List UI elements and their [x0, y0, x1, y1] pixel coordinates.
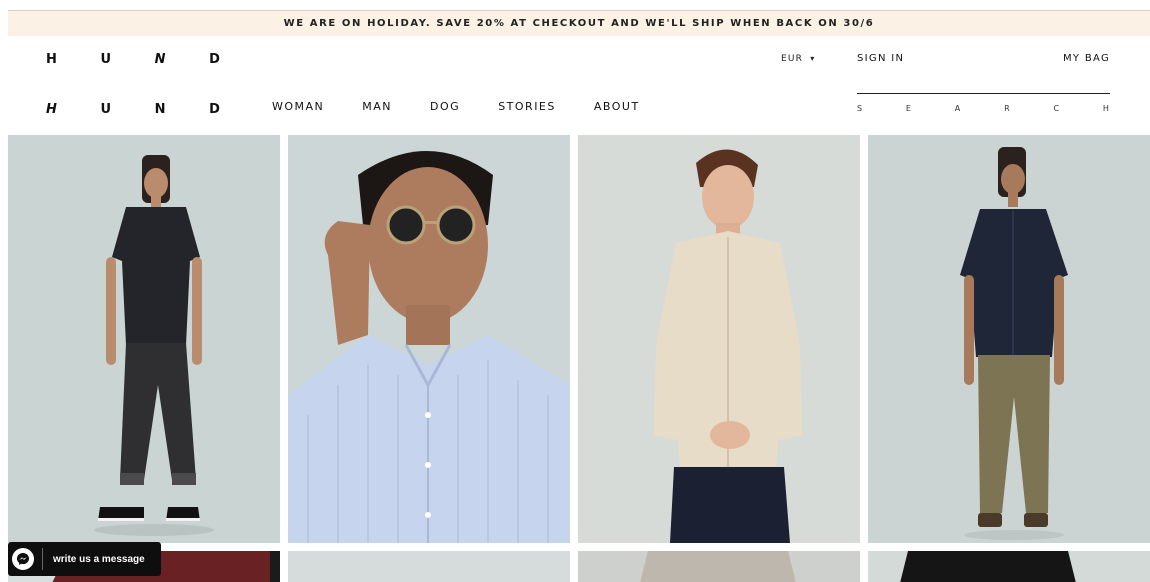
product-peek	[288, 551, 570, 582]
search-letter: S	[857, 104, 864, 113]
sign-in-link[interactable]: SIGN IN	[857, 53, 904, 64]
nav-item-stories[interactable]: STORIES	[498, 100, 556, 113]
search-letter: H	[1102, 104, 1110, 113]
logo-letter: H	[46, 52, 57, 67]
product-tile[interactable]	[578, 551, 860, 582]
product-tile[interactable]	[868, 135, 1150, 543]
product-shoes	[978, 513, 1002, 527]
divider	[42, 548, 43, 570]
nav-item-woman[interactable]: WOMAN	[272, 100, 324, 113]
messenger-icon	[12, 548, 34, 570]
chevron-down-icon: ▾	[810, 54, 816, 63]
nav-item-man[interactable]: MAN	[362, 100, 392, 113]
logo-letter: H	[46, 102, 57, 117]
logo-letter: U	[100, 52, 112, 67]
product-tile[interactable]	[868, 551, 1150, 582]
logo-letter: N	[154, 52, 166, 67]
search-letter: R	[1004, 104, 1011, 113]
logo-letter: N	[154, 102, 166, 117]
logo-row-top: H U N D	[46, 52, 220, 74]
product-tile[interactable]	[288, 551, 570, 582]
product-tile[interactable]	[8, 135, 280, 543]
messenger-label: write us a message	[53, 553, 145, 565]
logo-row-bottom: H U N D	[46, 102, 220, 124]
product-shirt	[112, 207, 200, 345]
currency-label: EUR	[781, 54, 804, 64]
sunglasses-icon	[386, 205, 426, 245]
product-peek	[900, 551, 1076, 582]
search-input[interactable]: S E A R C H	[857, 93, 1110, 121]
product-tile[interactable]	[578, 135, 860, 543]
brand-logo[interactable]: H U N D H U N D	[46, 52, 226, 120]
promo-banner: WE ARE ON HOLIDAY. SAVE 20% AT CHECKOUT …	[8, 10, 1150, 36]
product-tile[interactable]	[288, 135, 570, 543]
messenger-chat-button[interactable]: write us a message	[8, 542, 161, 576]
search-letter: E	[905, 104, 912, 113]
product-pants	[670, 467, 790, 543]
search-label: S E A R C H	[857, 94, 1110, 113]
logo-letter: U	[100, 102, 112, 117]
my-bag-link[interactable]: MY BAG	[1063, 53, 1110, 64]
search-letter: C	[1053, 104, 1061, 113]
logo-letter: D	[209, 102, 220, 117]
promo-text: WE ARE ON HOLIDAY. SAVE 20% AT CHECKOUT …	[283, 18, 875, 29]
nav-item-about[interactable]: ABOUT	[594, 100, 640, 113]
currency-selector[interactable]: EUR ▾	[781, 54, 815, 64]
nav-item-dog[interactable]: DOG	[430, 100, 460, 113]
logo-letter: D	[209, 52, 220, 67]
search-letter: A	[954, 104, 962, 113]
main-nav: WOMAN MAN DOG STORIES ABOUT	[272, 100, 640, 113]
product-shoes	[1024, 513, 1048, 527]
